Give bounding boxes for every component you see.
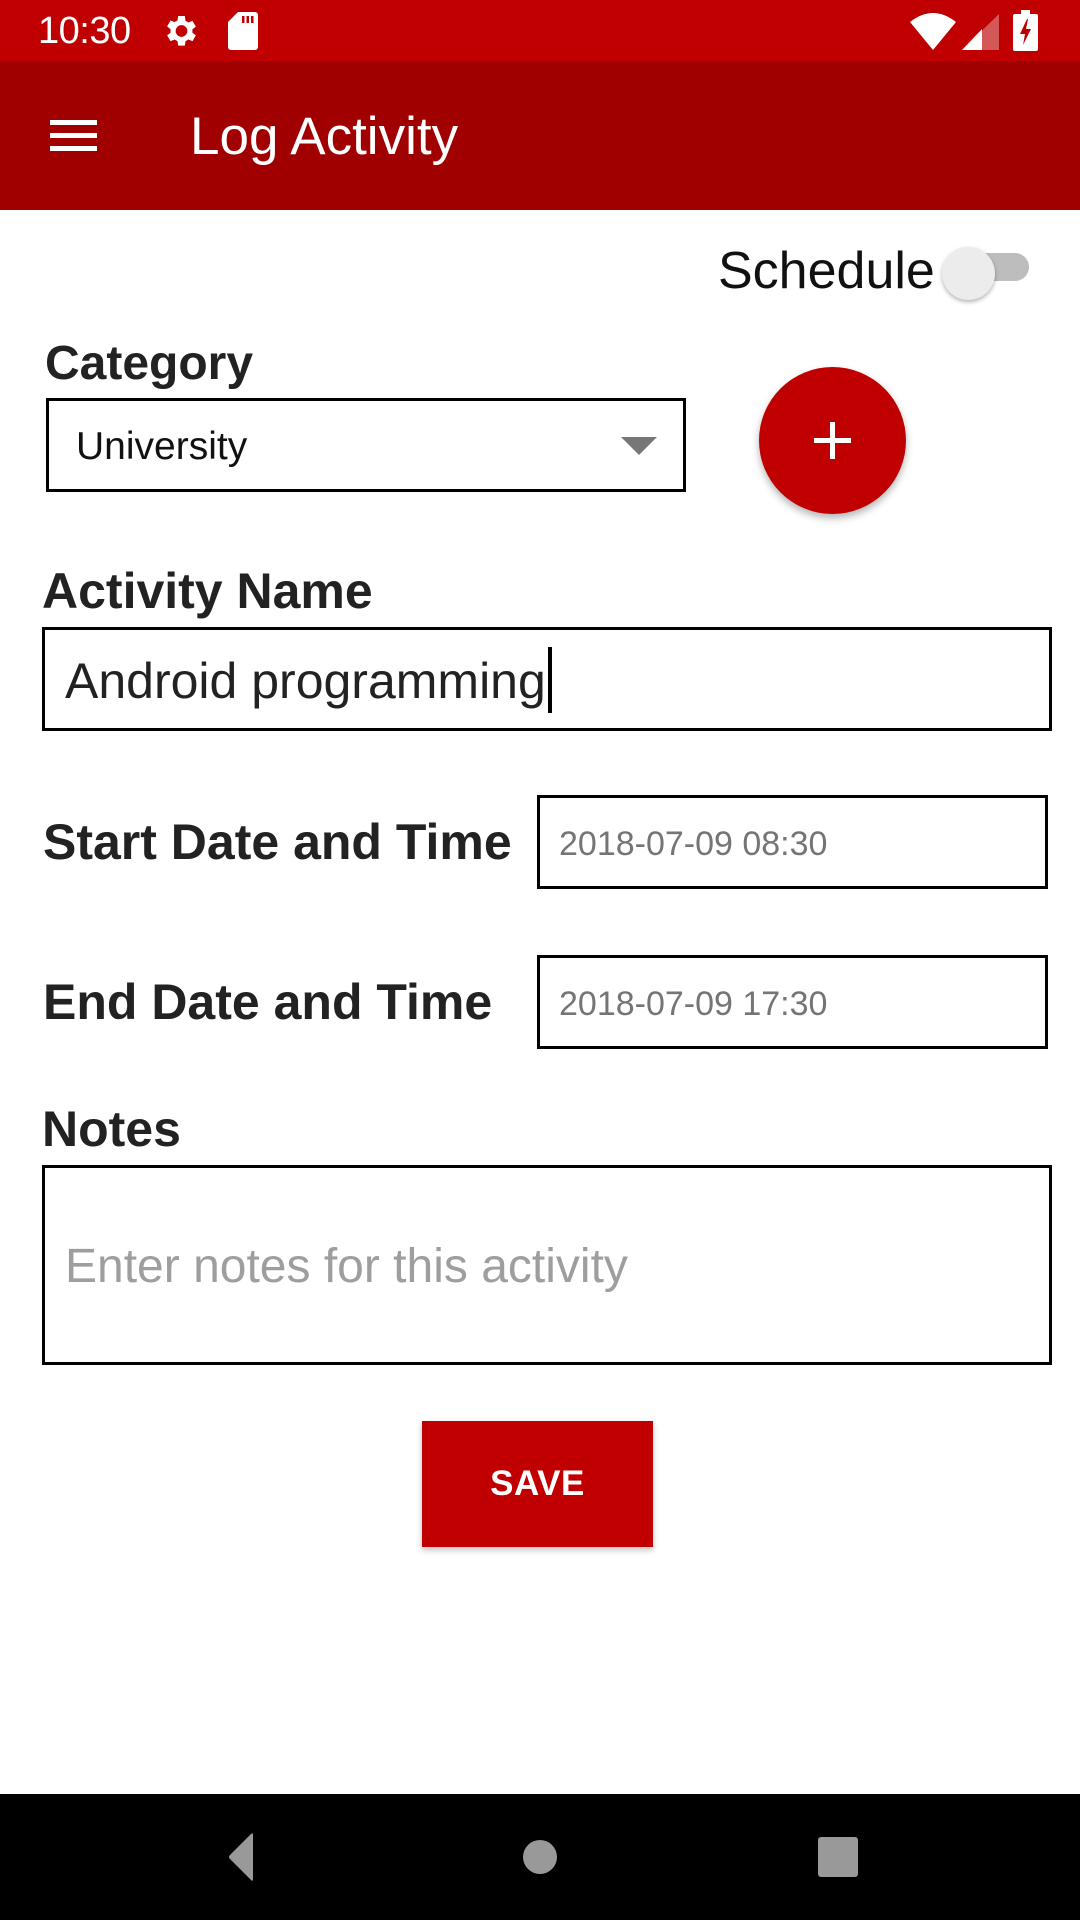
activity-name-input[interactable]: Android programming	[42, 627, 1052, 731]
save-button[interactable]: SAVE	[422, 1421, 653, 1547]
start-datetime-value: 2018-07-09 08:30	[559, 825, 828, 863]
wifi-icon	[910, 13, 956, 50]
activity-name-label: Activity Name	[42, 563, 373, 619]
battery-charging-icon	[1013, 10, 1038, 51]
sd-card-icon	[228, 12, 258, 50]
category-selected-value: University	[76, 425, 248, 468]
recents-icon	[818, 1837, 858, 1877]
end-datetime-label: End Date and Time	[43, 974, 493, 1030]
text-cursor	[547, 646, 552, 713]
start-datetime-label: Start Date and Time	[43, 814, 512, 870]
dropdown-arrow-icon	[621, 437, 657, 455]
menu-button[interactable]	[30, 103, 116, 169]
notes-placeholder: Enter notes for this activity	[65, 1240, 628, 1293]
status-bar: 10:30	[0, 0, 1080, 61]
category-label: Category	[45, 337, 254, 390]
end-datetime-value: 2018-07-09 17:30	[559, 985, 828, 1023]
end-datetime-input[interactable]: 2018-07-09 17:30	[537, 955, 1048, 1049]
status-time: 10:30	[38, 10, 131, 52]
activity-name-value: Android programming	[65, 653, 546, 709]
home-button[interactable]	[505, 1822, 575, 1892]
schedule-label: Schedule	[718, 242, 935, 300]
schedule-toggle[interactable]	[940, 244, 1032, 300]
recents-button[interactable]	[803, 1822, 873, 1892]
gear-icon	[167, 16, 196, 46]
start-datetime-input[interactable]: 2018-07-09 08:30	[537, 795, 1048, 889]
back-button[interactable]	[206, 1822, 276, 1892]
notes-label: Notes	[42, 1101, 181, 1157]
notes-input[interactable]: Enter notes for this activity	[42, 1165, 1052, 1365]
page-title: Log Activity	[190, 107, 459, 166]
category-dropdown[interactable]: University	[46, 398, 686, 492]
toggle-thumb	[942, 247, 995, 300]
home-icon	[523, 1840, 557, 1874]
app-bar: Log Activity	[0, 61, 1080, 210]
navigation-bar	[0, 1794, 1080, 1920]
back-icon	[229, 1833, 253, 1881]
cell-signal-icon	[962, 14, 999, 50]
add-category-button[interactable]	[759, 367, 906, 514]
